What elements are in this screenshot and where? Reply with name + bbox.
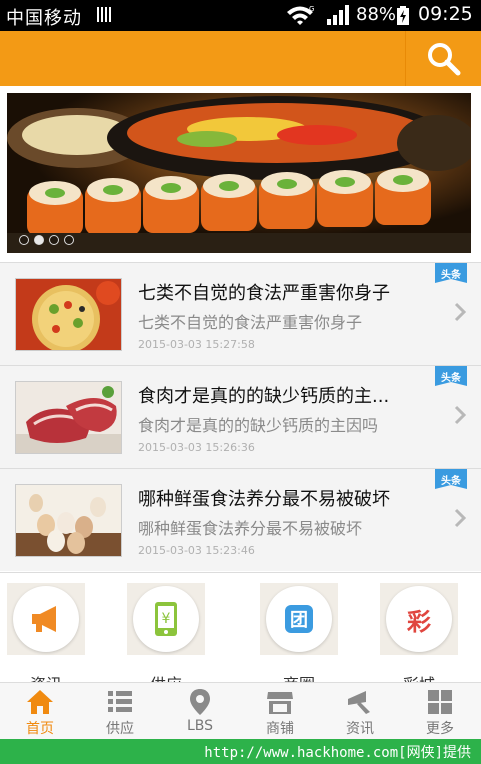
battery-icon [397,6,409,25]
carousel-dot-active[interactable] [34,235,44,245]
category-supply[interactable]: ¥ 供应 [127,583,205,683]
tab-label: 供应 [106,721,134,737]
tab-label: 首页 [26,721,54,737]
phone-yen-icon: ¥ [155,602,177,636]
news-item[interactable]: 食肉才是真的的缺少钙质的主... 食肉才是真的的缺少钙质的主因吗 2015-03… [0,365,481,468]
tab-lbs[interactable]: LBS [160,683,240,740]
sim-icon [97,7,113,22]
tab-label: 资讯 [346,721,374,737]
tab-shop[interactable]: 商铺 [240,683,320,740]
svg-text:G: G [309,5,314,13]
news-title: 七类不自觉的食法严重害你身子 [138,283,390,304]
headline-badge: 头条 [435,366,467,390]
category-group-buy[interactable]: 团 商圈 [260,583,338,683]
news-date: 2015-03-03 15:27:58 [138,338,255,351]
watermark-bar: http://www.hackhome.com[网侠]提供 [0,739,481,764]
carousel-dot[interactable] [19,235,29,245]
banner-image [7,93,471,253]
megaphone-icon [32,606,56,632]
category-news[interactable]: 资讯 [7,583,85,683]
location-pin-icon [190,689,210,715]
news-title: 食肉才是真的的缺少钙质的主... [138,386,390,407]
news-thumbnail-meat [15,381,122,454]
megaphone-icon [348,691,370,714]
lottery-icon: 彩 [407,607,431,636]
status-bar: 中国移动 G 88% 09:25 [0,0,481,31]
search-icon [427,42,460,75]
chevron-right-icon [454,508,467,528]
category-grid: 资讯 ¥ 供应 团 商圈 彩 彩城 [0,572,481,683]
category-lottery[interactable]: 彩 彩城 [380,583,458,683]
bottom-tab-bar: 首页 供应 LBS 商铺 资讯 更多 [0,682,481,739]
clock: 09:25 [418,3,473,25]
svg-text:¥: ¥ [162,611,171,627]
tab-label: 商铺 [266,721,294,737]
search-button[interactable] [405,31,481,86]
tab-label: LBS [186,718,214,734]
tab-home[interactable]: 首页 [0,683,80,740]
news-list: 七类不自觉的食法严重害你身子 七类不自觉的食法严重害你身子 2015-03-03… [0,262,481,571]
news-summary: 七类不自觉的食法严重害你身子 [138,313,363,332]
shop-icon [267,692,293,714]
news-date: 2015-03-03 15:23:46 [138,544,255,557]
news-thumbnail-pizza [15,278,122,351]
carousel-dot[interactable] [64,235,74,245]
list-icon [108,691,132,712]
chevron-right-icon [454,405,467,425]
news-summary: 食肉才是真的的缺少钙质的主因吗 [138,416,379,435]
chevron-right-icon [454,302,467,322]
home-icon [27,690,53,714]
headline-badge-label: 头条 [441,270,461,281]
news-item[interactable]: 哪种鲜蛋食法养分最不易被破坏 哪种鲜蛋食法养分最不易被破坏 2015-03-03… [0,468,481,571]
wifi-icon: G [287,5,314,25]
svg-text:团: 团 [290,610,308,631]
news-date: 2015-03-03 15:26:36 [138,441,255,454]
app-header [0,31,481,86]
headline-badge-label: 头条 [441,373,461,384]
headline-badge-label: 头条 [441,476,461,487]
banner-carousel[interactable] [7,93,471,253]
battery-percent: 88% [356,4,397,25]
tab-supply[interactable]: 供应 [80,683,160,740]
grid-icon [428,690,452,714]
tab-news[interactable]: 资讯 [320,683,400,740]
headline-badge: 头条 [435,263,467,287]
carousel-dots[interactable] [19,235,74,245]
signal-icon [327,5,349,25]
news-thumbnail-eggs [15,484,122,557]
tab-label: 更多 [426,721,454,737]
news-item[interactable]: 七类不自觉的食法严重害你身子 七类不自觉的食法严重害你身子 2015-03-03… [0,262,481,365]
watermark-text: http://www.hackhome.com[网侠]提供 [204,745,471,761]
group-buy-icon: 团 [285,605,313,633]
news-summary: 哪种鲜蛋食法养分最不易被破坏 [138,519,363,538]
tab-more[interactable]: 更多 [400,683,480,740]
news-title: 哪种鲜蛋食法养分最不易被破坏 [138,489,390,510]
carrier-name: 中国移动 [6,8,82,29]
headline-badge: 头条 [435,469,467,493]
carousel-dot[interactable] [49,235,59,245]
